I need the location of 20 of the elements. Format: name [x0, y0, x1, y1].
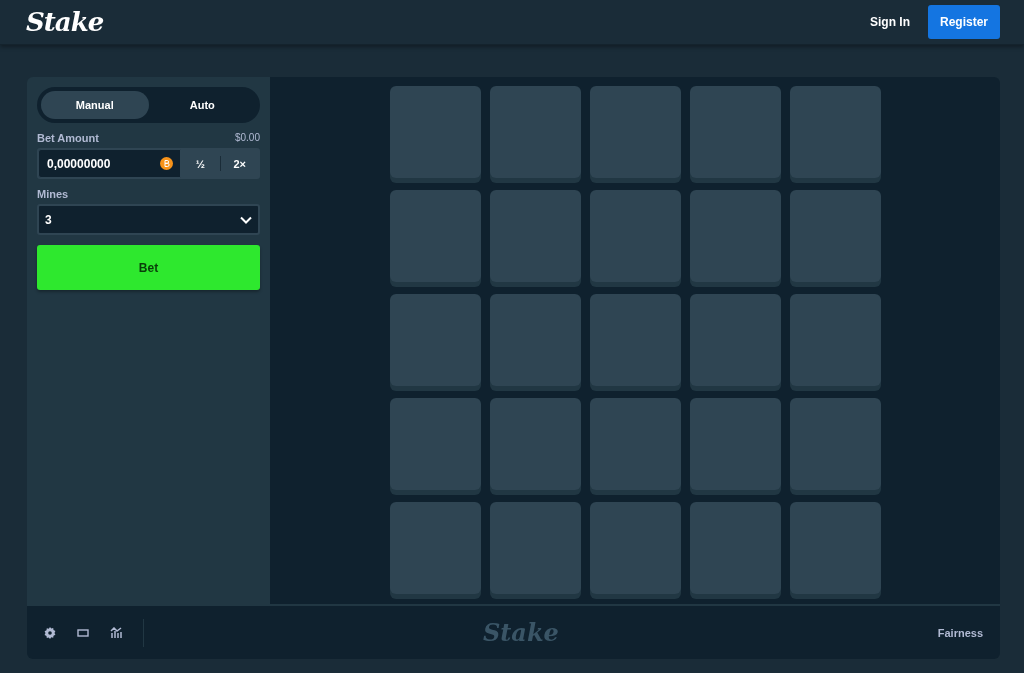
theatre-mode-icon[interactable] — [77, 626, 89, 639]
mines-dropdown[interactable]: 3 — [37, 204, 260, 235]
bet-button[interactable]: Bet — [37, 245, 260, 290]
fiat-amount: $0.00 — [234, 132, 260, 144]
logo-watermark: Stake — [482, 618, 559, 647]
settings-icon[interactable] — [44, 626, 56, 639]
mode-tab[interactable]: Auto — [148, 91, 256, 119]
half-button[interactable]: ½ — [181, 149, 220, 178]
register-button[interactable]: Register — [927, 5, 1000, 39]
fairness-link[interactable]: Fairness — [937, 626, 983, 639]
stats-icon[interactable] — [110, 626, 122, 639]
double-button[interactable]: 2× — [220, 149, 259, 178]
field-label: Mines — [37, 188, 69, 200]
coin-icon — [160, 157, 173, 170]
chevron-down-icon — [240, 215, 252, 224]
logo[interactable]: Stake — [26, 7, 104, 37]
bet-amount-field[interactable]: 0,00000000 — [38, 149, 181, 178]
sign-in-button[interactable]: Sign In — [869, 7, 910, 37]
field-label: Bet Amount — [37, 132, 99, 144]
mode-tab[interactable]: Manual — [41, 91, 149, 119]
